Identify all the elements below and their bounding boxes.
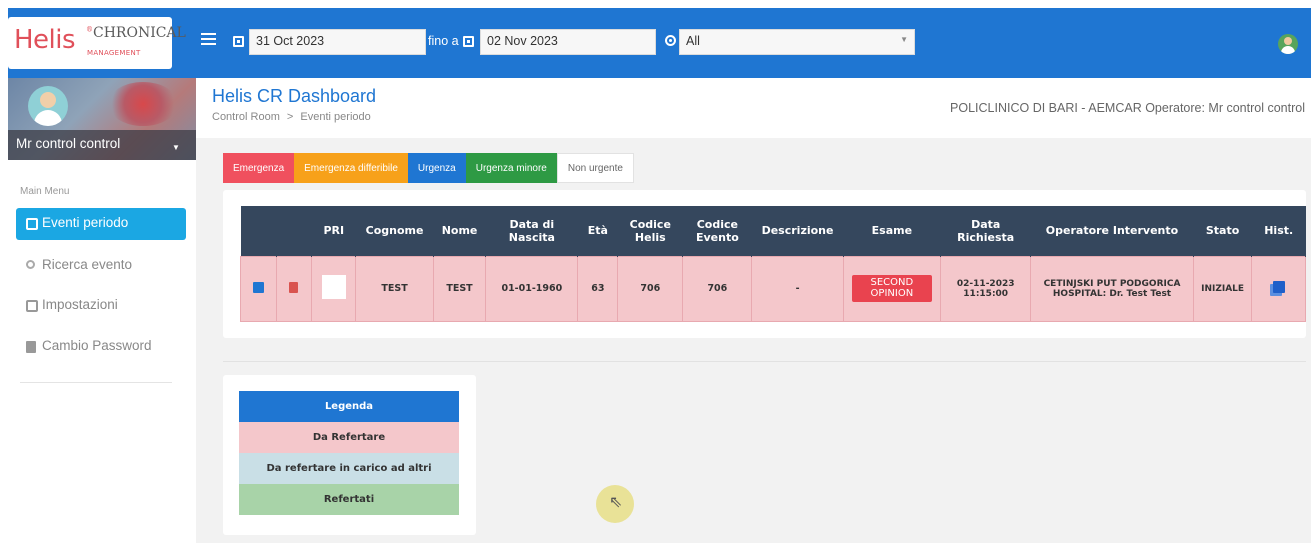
delete-icon[interactable] xyxy=(289,281,299,293)
column-header-descrizione[interactable]: Descrizione xyxy=(751,206,844,256)
sidebar-item-ricerca-evento[interactable]: Ricerca evento xyxy=(16,250,186,282)
app-logo[interactable]: Helis ®CHRONICAL MANAGEMENT xyxy=(8,17,186,69)
date-from-input[interactable]: 31 Oct 2023 xyxy=(249,29,426,55)
calendar-icon xyxy=(26,218,38,230)
cell-data-richiesta: 02-11-2023 11:15:00 xyxy=(940,255,1032,322)
sidebar-item-label: Ricerca evento xyxy=(42,257,133,272)
cell-data-nascita: 01-01-1960 xyxy=(485,255,579,322)
calendar-icon xyxy=(463,36,474,47)
tab-urgenza[interactable]: Urgenza xyxy=(407,153,466,183)
column-header-cognome[interactable]: Cognome xyxy=(355,206,434,256)
column-header-pri[interactable]: PRI xyxy=(311,206,357,256)
column-header-data-nascita[interactable]: Data di Nascita xyxy=(485,206,579,256)
main-menu-label: Main Menu xyxy=(20,186,70,197)
legend-card: Legenda Da Refertare Da refertare in car… xyxy=(223,375,476,535)
edit-icon[interactable] xyxy=(252,281,264,293)
search-icon xyxy=(26,260,35,269)
sidebar-item-label: Cambio Password xyxy=(42,338,152,353)
column-header-delete xyxy=(276,206,313,256)
table-row[interactable]: TEST TEST 01-01-1960 63 706 706 - SECOND… xyxy=(240,255,1306,322)
legend-item-in-carico-altri: Da refertare in carico ad altri xyxy=(239,453,459,484)
row-edit-cell xyxy=(240,255,277,322)
sidebar-item-label: Eventi periodo xyxy=(42,215,129,230)
sidebar-profile: Mr control control ▼ xyxy=(8,78,196,160)
location-target-icon xyxy=(665,35,676,46)
main-content: Helis CR Dashboard Control Room > Eventi… xyxy=(196,78,1311,543)
table-header-row: PRI Cognome Nome Data di Nascita Età Cod… xyxy=(240,206,1306,256)
column-header-nome[interactable]: Nome xyxy=(433,206,487,256)
content-divider xyxy=(223,361,1306,362)
cell-codice-evento: 706 xyxy=(682,255,753,322)
cell-eta: 63 xyxy=(577,255,619,322)
breadcrumb-root[interactable]: Control Room xyxy=(212,111,280,123)
facility-select[interactable]: All ▼ xyxy=(679,29,915,55)
row-priority-cell xyxy=(311,255,357,322)
breadcrumb: Control Room > Eventi periodo xyxy=(212,111,371,123)
page-title: Helis CR Dashboard xyxy=(212,86,377,106)
events-table: PRI Cognome Nome Data di Nascita Età Cod… xyxy=(240,206,1306,322)
history-icon[interactable] xyxy=(1272,281,1285,294)
column-header-data-richiesta[interactable]: Data Richiesta xyxy=(940,206,1032,256)
menu-toggle-icon[interactable] xyxy=(201,33,216,47)
sidebar-item-impostazioni[interactable]: Impostazioni xyxy=(16,290,186,322)
legend-item-refertati: Refertati xyxy=(239,484,459,515)
cell-descrizione: - xyxy=(751,255,844,322)
sidebar-item-eventi-periodo[interactable]: Eventi periodo xyxy=(16,208,186,240)
facility-select-value: All xyxy=(686,34,700,48)
column-header-edit xyxy=(240,206,277,256)
column-header-hist[interactable]: Hist. xyxy=(1251,206,1306,256)
column-header-stato[interactable]: Stato xyxy=(1193,206,1253,256)
date-to-input[interactable]: 02 Nov 2023 xyxy=(480,29,656,55)
profile-user-menu[interactable]: Mr control control ▼ xyxy=(8,130,196,160)
calendar-icon xyxy=(233,36,244,47)
cell-codice-helis: 706 xyxy=(617,255,684,322)
column-header-codice-evento[interactable]: Codice Evento xyxy=(682,206,753,256)
column-header-esame[interactable]: Esame xyxy=(843,206,942,256)
operator-info: POLICLINICO DI BARI - AEMCAR Operatore: … xyxy=(950,101,1305,115)
sidebar-divider xyxy=(20,382,172,383)
logo-management-text: MANAGEMENT xyxy=(87,49,141,57)
chevron-down-icon: ▼ xyxy=(900,35,908,44)
breadcrumb-separator: > xyxy=(286,111,294,123)
logo-chronical-text: ®CHRONICAL xyxy=(86,25,186,41)
profile-user-name: Mr control control xyxy=(16,136,121,151)
tab-non-urgente[interactable]: Non urgente xyxy=(556,153,634,183)
caret-down-icon: ▼ xyxy=(172,143,180,152)
logo-helis-text: Helis xyxy=(14,25,76,55)
cell-nome: TEST xyxy=(432,255,487,322)
row-delete-cell xyxy=(275,255,313,322)
user-avatar[interactable] xyxy=(1278,34,1298,54)
tab-emergenza[interactable]: Emergenza xyxy=(223,153,295,183)
priority-indicator xyxy=(321,275,346,300)
tab-urgenza-minore[interactable]: Urgenza minore xyxy=(465,153,557,183)
app-window: Helis ®CHRONICAL MANAGEMENT 31 Oct 2023 … xyxy=(8,8,1311,543)
sidebar-item-cambio-password[interactable]: Cambio Password xyxy=(16,331,186,363)
cell-esame: SECOND OPINION xyxy=(842,255,942,322)
page-header: Helis CR Dashboard Control Room > Eventi… xyxy=(196,78,1311,138)
column-header-operatore-intervento[interactable]: Operatore Intervento xyxy=(1030,206,1194,256)
profile-background-image xyxy=(108,82,178,126)
cell-stato: INIZIALE xyxy=(1192,255,1253,322)
cell-hist xyxy=(1251,255,1306,322)
events-table-card: PRI Cognome Nome Data di Nascita Età Cod… xyxy=(223,190,1306,338)
document-icon xyxy=(26,341,36,353)
priority-filter-tabs: Emergenza Emergenza differibile Urgenza … xyxy=(223,153,634,183)
mouse-cursor-icon: ⇖ xyxy=(609,492,623,511)
sidebar-item-label: Impostazioni xyxy=(42,297,118,312)
cell-cognome: TEST xyxy=(355,255,434,322)
tab-emergenza-differibile[interactable]: Emergenza differibile xyxy=(294,153,408,183)
breadcrumb-current: Eventi periodo xyxy=(300,111,371,123)
esame-badge[interactable]: SECOND OPINION xyxy=(851,275,932,303)
settings-icon xyxy=(26,300,38,312)
profile-avatar xyxy=(28,86,68,126)
date-to-label: fino a xyxy=(428,34,459,48)
legend-title: Legenda xyxy=(239,391,459,422)
column-header-eta[interactable]: Età xyxy=(577,206,619,256)
column-header-codice-helis[interactable]: Codice Helis xyxy=(617,206,684,256)
top-bar: Helis ®CHRONICAL MANAGEMENT 31 Oct 2023 … xyxy=(8,8,1311,78)
sidebar: Mr control control ▼ Main Menu Eventi pe… xyxy=(8,78,196,543)
cell-operatore-intervento: CETINJSKI PUT PODGORICA HOSPITAL: Dr. Te… xyxy=(1030,255,1194,322)
legend-item-da-refertare: Da Refertare xyxy=(239,422,459,453)
